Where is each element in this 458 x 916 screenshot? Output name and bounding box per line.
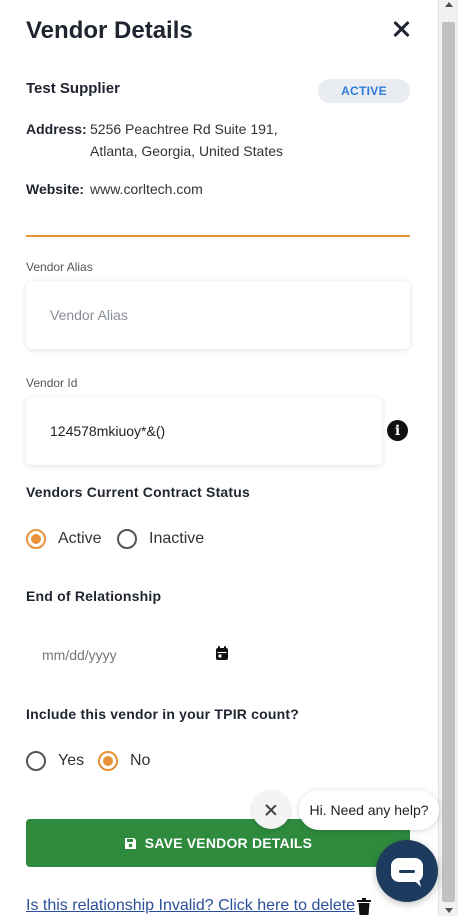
info-icon[interactable]: i: [387, 420, 408, 441]
radio-active[interactable]: Active: [26, 529, 102, 549]
close-icon[interactable]: [388, 17, 414, 43]
tpir-title: Include this vendor in your TPIR count?: [26, 706, 300, 722]
vendor-alias-input[interactable]: Vendor Alias: [26, 281, 410, 349]
delete-relationship-link[interactable]: Is this relationship Invalid? Click here…: [26, 897, 355, 915]
end-date-input[interactable]: mm/dd/yyyy: [26, 640, 236, 670]
end-of-relationship-title: End of Relationship: [26, 588, 162, 604]
website-value: www.corltech.com: [90, 181, 203, 197]
vendor-alias-label: Vendor Alias: [26, 260, 93, 274]
radio-no-label: No: [130, 752, 151, 769]
scroll-up-arrow-icon[interactable]: [445, 2, 453, 7]
save-icon: [124, 837, 136, 849]
radio-no[interactable]: No: [98, 751, 150, 771]
contract-status-title: Vendors Current Contract Status: [26, 484, 251, 500]
end-date-placeholder: mm/dd/yyyy: [42, 647, 117, 663]
divider: [26, 235, 410, 237]
chat-dismiss-button[interactable]: [252, 791, 290, 829]
radio-yes-circle[interactable]: [26, 751, 46, 771]
vendor-id-value: 124578mkiuoy*&(): [50, 423, 166, 439]
address-line-2: Atlanta, Georgia, United States: [90, 143, 283, 159]
scrollbar[interactable]: [438, 0, 458, 916]
scroll-down-arrow-icon[interactable]: [445, 908, 453, 913]
trash-icon[interactable]: [357, 898, 371, 915]
scrollbar-thumb[interactable]: [442, 22, 455, 902]
radio-inactive-label: Inactive: [149, 530, 205, 547]
radio-inactive[interactable]: Inactive: [117, 529, 204, 549]
calendar-icon[interactable]: [215, 646, 229, 661]
status-badge: ACTIVE: [318, 79, 410, 103]
chat-greeting-bubble[interactable]: Hi. Need any help?: [299, 790, 439, 830]
vendor-id-input[interactable]: 124578mkiuoy*&(): [26, 397, 382, 465]
vendor-details-panel: Vendor Details Test Supplier ACTIVE Addr…: [0, 0, 438, 916]
chat-greeting-text: Hi. Need any help?: [309, 802, 429, 818]
address-line-1: 5256 Peachtree Rd Suite 191,: [90, 121, 278, 137]
vendor-name: Test Supplier: [26, 80, 120, 97]
page-title: Vendor Details: [26, 17, 193, 44]
website-label: Website:: [26, 181, 85, 197]
radio-inactive-circle[interactable]: [117, 529, 137, 549]
radio-yes[interactable]: Yes: [26, 751, 84, 771]
radio-active-label: Active: [58, 530, 102, 547]
address-label: Address:: [26, 121, 87, 137]
radio-no-circle[interactable]: [98, 751, 118, 771]
chat-icon: [391, 858, 423, 887]
chat-launcher-button[interactable]: [376, 840, 438, 902]
vendor-alias-placeholder: Vendor Alias: [50, 307, 128, 323]
save-button-label: SAVE VENDOR DETAILS: [144, 835, 313, 851]
vendor-id-label: Vendor Id: [26, 376, 78, 390]
radio-yes-label: Yes: [58, 752, 85, 769]
radio-active-circle[interactable]: [26, 529, 46, 549]
